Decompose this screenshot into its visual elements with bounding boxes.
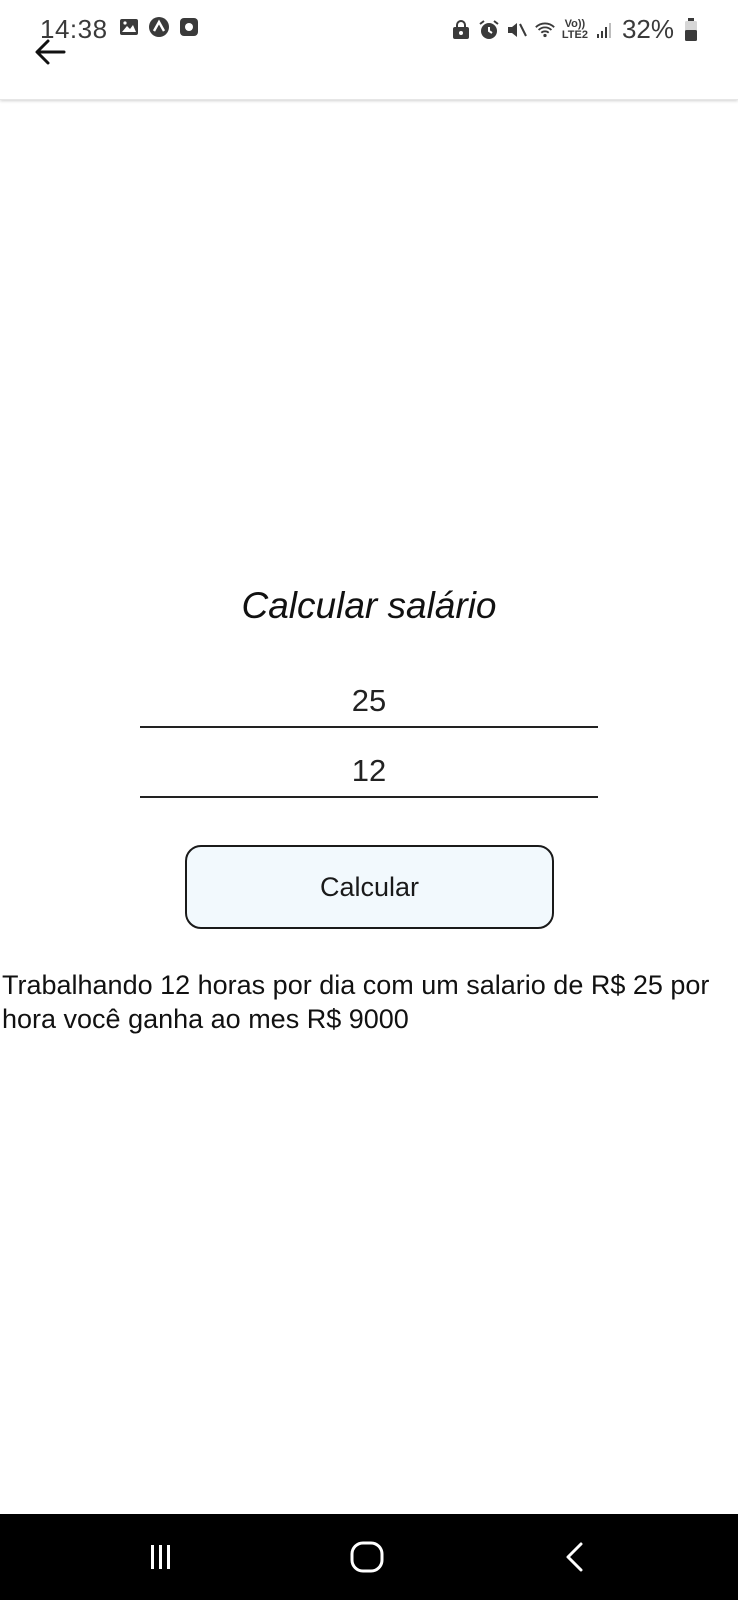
back-button[interactable] — [30, 32, 70, 72]
lock-icon — [450, 19, 472, 41]
home-icon — [350, 1541, 384, 1573]
app-header: 14:38 Vo)) LTE2 32% — [0, 0, 738, 100]
status-right-icons: Vo)) LTE2 32% — [450, 14, 702, 45]
arrow-left-icon — [35, 39, 66, 65]
result-text: Trabalhando 12 horas por dia com um sala… — [2, 970, 710, 1034]
network-label-bottom: LTE2 — [561, 28, 588, 41]
network-label: Vo)) LTE2 — [561, 17, 588, 41]
gallery-notification-icon — [118, 16, 140, 38]
network-label-top: Vo)) — [564, 17, 586, 30]
system-navigation-bar — [0, 1514, 738, 1600]
wifi-icon — [534, 19, 556, 41]
status-left-icons — [118, 16, 200, 38]
alarm-icon — [478, 19, 500, 41]
hourly-wage-input[interactable] — [140, 676, 598, 728]
chevron-left-icon — [566, 1542, 583, 1572]
mute-icon — [506, 19, 528, 41]
page-title: Calcular salário — [241, 585, 497, 626]
signal-icon — [594, 19, 616, 41]
nav-back-button[interactable] — [545, 1532, 605, 1582]
battery-percent: 32% — [621, 14, 674, 44]
battery-icon — [680, 17, 702, 41]
record-notification-icon — [178, 16, 200, 38]
app-notification-icon — [148, 16, 170, 38]
recents-icon — [151, 1545, 170, 1569]
nav-home-button[interactable] — [337, 1532, 397, 1582]
app-screen: 14:38 Vo)) LTE2 32% Calcular salário 25 … — [0, 0, 738, 1600]
calculate-button[interactable]: Calcular — [185, 845, 554, 929]
hours-per-day-input[interactable] — [140, 746, 598, 798]
nav-recents-button[interactable] — [131, 1532, 191, 1582]
